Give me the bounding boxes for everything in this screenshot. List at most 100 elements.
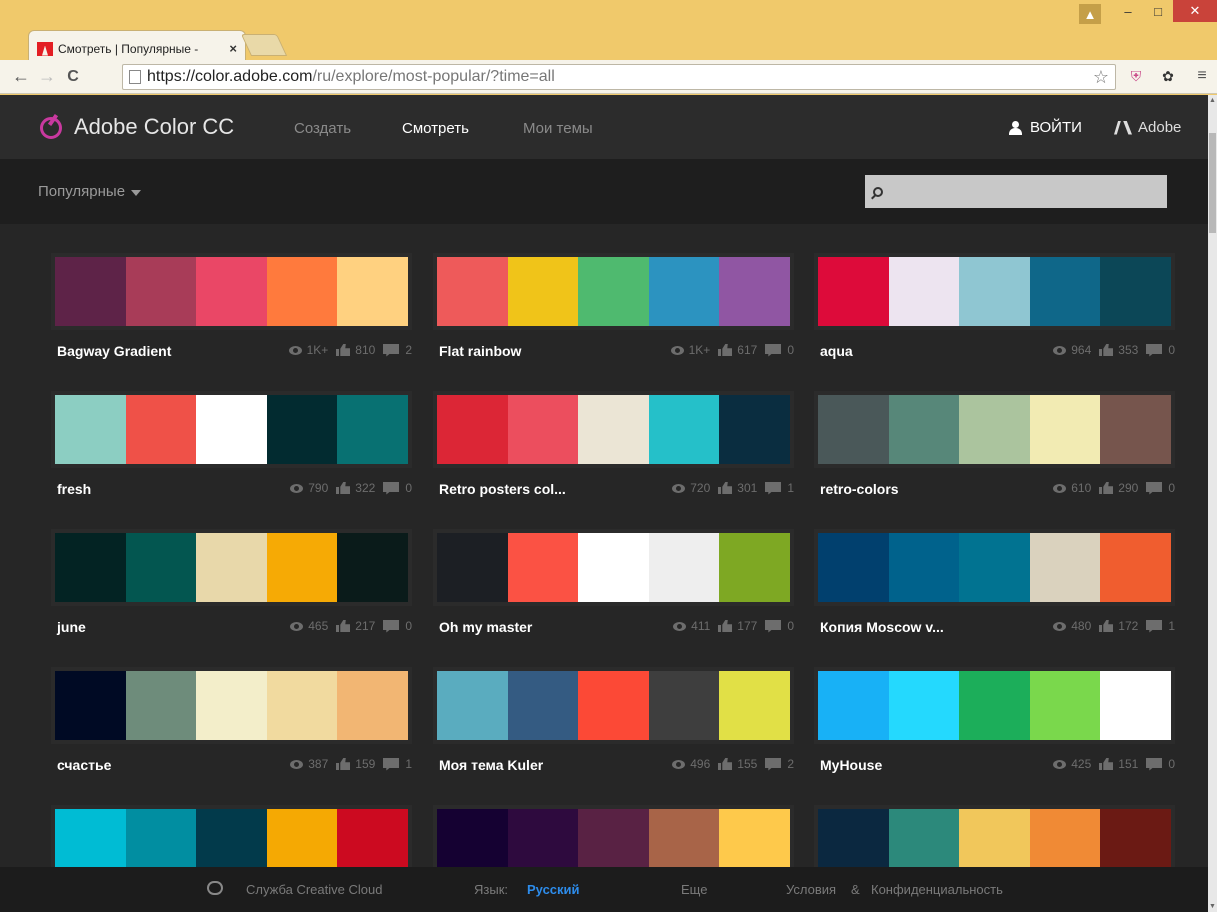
- comment-icon[interactable]: [1146, 343, 1163, 357]
- comment-icon[interactable]: [765, 481, 782, 495]
- color-swatch[interactable]: [196, 395, 267, 464]
- color-swatch[interactable]: [196, 671, 267, 740]
- nav-explore[interactable]: Смотреть: [402, 120, 469, 137]
- theme-card[interactable]: Retro posters col... 720 301 1: [437, 395, 794, 525]
- likes-stat[interactable]: 172: [1099, 619, 1138, 633]
- theme-swatches[interactable]: [437, 533, 790, 602]
- color-swatch[interactable]: [437, 395, 508, 464]
- color-swatch[interactable]: [648, 395, 720, 464]
- color-swatch[interactable]: [507, 671, 579, 740]
- color-swatch[interactable]: [1029, 533, 1101, 602]
- theme-name[interactable]: Retro posters col...: [439, 481, 566, 497]
- theme-swatches[interactable]: [818, 671, 1171, 740]
- thumbs-up-icon[interactable]: [1099, 482, 1113, 494]
- color-swatch[interactable]: [125, 533, 197, 602]
- comment-icon[interactable]: [765, 619, 782, 633]
- adobe-color-logo-icon[interactable]: [40, 117, 62, 139]
- nav-my-themes[interactable]: Мои темы: [523, 120, 593, 137]
- login-button[interactable]: ВОЙТИ: [1008, 119, 1082, 136]
- theme-card[interactable]: Bagway Gradient 1K+ 810 2: [55, 257, 412, 387]
- thumbs-up-icon[interactable]: [336, 482, 350, 494]
- theme-name[interactable]: Flat rainbow: [439, 343, 521, 359]
- theme-swatches[interactable]: [437, 395, 790, 464]
- comment-icon[interactable]: [383, 757, 400, 771]
- thumbs-up-icon[interactable]: [718, 482, 732, 494]
- theme-swatches[interactable]: [55, 533, 408, 602]
- comment-icon[interactable]: [383, 619, 400, 633]
- footer-more-link[interactable]: Еще: [681, 882, 707, 897]
- comments-stat[interactable]: 1: [765, 481, 794, 495]
- color-swatch[interactable]: [888, 671, 960, 740]
- color-swatch[interactable]: [648, 533, 720, 602]
- color-swatch[interactable]: [818, 395, 889, 464]
- theme-name[interactable]: Копия Moscow v...: [820, 619, 944, 635]
- theme-card[interactable]: счастье 387 159 1: [55, 671, 412, 801]
- color-swatch[interactable]: [1100, 671, 1171, 740]
- browser-tab[interactable]: Смотреть | Популярные - ×: [28, 30, 246, 60]
- comment-icon[interactable]: [765, 343, 782, 357]
- theme-name[interactable]: june: [57, 619, 86, 635]
- theme-swatches[interactable]: [55, 257, 408, 326]
- comments-stat[interactable]: 2: [383, 343, 412, 357]
- comment-icon[interactable]: [1146, 481, 1163, 495]
- color-swatch[interactable]: [818, 257, 889, 326]
- theme-name[interactable]: счастье: [57, 757, 111, 773]
- color-swatch[interactable]: [337, 671, 408, 740]
- theme-card[interactable]: aqua 964 353 0: [818, 257, 1175, 387]
- color-swatch[interactable]: [337, 533, 408, 602]
- color-swatch[interactable]: [1029, 395, 1101, 464]
- search-box[interactable]: [865, 175, 1167, 208]
- theme-name[interactable]: Oh my master: [439, 619, 532, 635]
- color-swatch[interactable]: [196, 257, 267, 326]
- color-swatch[interactable]: [1029, 671, 1101, 740]
- color-swatch[interactable]: [719, 257, 790, 326]
- adobe-link[interactable]: Adobe: [1114, 119, 1181, 136]
- likes-stat[interactable]: 810: [336, 343, 375, 357]
- color-swatch[interactable]: [266, 533, 338, 602]
- thumbs-up-icon[interactable]: [1099, 344, 1113, 356]
- comment-icon[interactable]: [383, 481, 400, 495]
- comments-stat[interactable]: 1: [383, 757, 412, 771]
- color-swatch[interactable]: [648, 257, 720, 326]
- color-swatch[interactable]: [125, 671, 197, 740]
- thumbs-up-icon[interactable]: [1099, 620, 1113, 632]
- comments-stat[interactable]: 1: [1146, 619, 1175, 633]
- nav-create[interactable]: Создать: [294, 120, 351, 137]
- new-tab-button[interactable]: [240, 34, 288, 56]
- theme-card[interactable]: Копия Moscow v... 480 172 1: [818, 533, 1175, 663]
- thumbs-up-icon[interactable]: [718, 620, 732, 632]
- likes-stat[interactable]: 617: [718, 343, 757, 357]
- comments-stat[interactable]: 0: [383, 619, 412, 633]
- comments-stat[interactable]: 2: [765, 757, 794, 771]
- close-window-icon[interactable]: ✕: [1173, 0, 1217, 22]
- color-swatch[interactable]: [888, 257, 960, 326]
- theme-card[interactable]: fresh 790 322 0: [55, 395, 412, 525]
- color-swatch[interactable]: [719, 671, 790, 740]
- color-swatch[interactable]: [55, 395, 126, 464]
- color-swatch[interactable]: [437, 671, 508, 740]
- color-swatch[interactable]: [959, 395, 1030, 464]
- theme-card[interactable]: Flat rainbow 1K+ 617 0: [437, 257, 794, 387]
- extension-evernote-icon[interactable]: ✿: [1158, 66, 1178, 86]
- comments-stat[interactable]: 0: [765, 343, 794, 357]
- likes-stat[interactable]: 301: [718, 481, 757, 495]
- color-swatch[interactable]: [266, 395, 338, 464]
- thumbs-up-icon[interactable]: [718, 758, 732, 770]
- brand-title[interactable]: Adobe Color CC: [74, 114, 234, 140]
- color-swatch[interactable]: [648, 671, 720, 740]
- theme-swatches[interactable]: [818, 257, 1171, 326]
- footer-privacy-link[interactable]: Конфиденциальность: [871, 882, 1003, 897]
- comments-stat[interactable]: 0: [383, 481, 412, 495]
- color-swatch[interactable]: [337, 257, 408, 326]
- color-swatch[interactable]: [266, 257, 338, 326]
- color-swatch[interactable]: [507, 257, 579, 326]
- profile-icon[interactable]: ▲: [1079, 4, 1101, 24]
- theme-card[interactable]: Oh my master 411 177 0: [437, 533, 794, 663]
- theme-name[interactable]: MyHouse: [820, 757, 882, 773]
- footer-terms-link[interactable]: Условия: [786, 882, 836, 897]
- comment-icon[interactable]: [765, 757, 782, 771]
- color-swatch[interactable]: [1029, 257, 1101, 326]
- color-swatch[interactable]: [266, 671, 338, 740]
- minimize-icon[interactable]: ‒: [1113, 0, 1143, 22]
- thumbs-up-icon[interactable]: [1099, 758, 1113, 770]
